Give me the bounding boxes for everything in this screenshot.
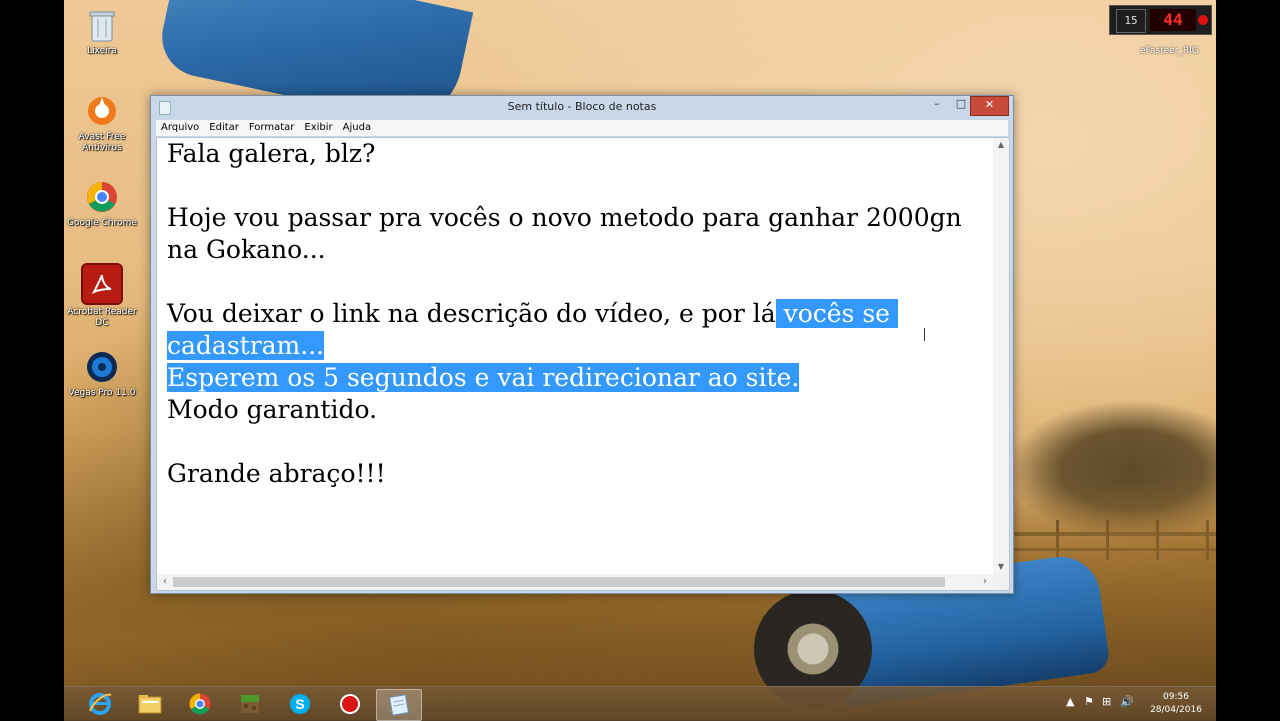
clock-date: 28/04/2016: [1150, 705, 1202, 715]
chrome-icon: [83, 178, 121, 216]
menu-bar: Arquivo Editar Formatar Exibir Ajuda: [156, 120, 1008, 136]
desktop-icon-chrome[interactable]: Google Chrome: [64, 178, 140, 229]
scroll-left-arrow-icon[interactable]: ‹: [157, 574, 173, 590]
desktop-icon-vegas[interactable]: Vegas Pro 11.0: [64, 348, 140, 399]
record-icon: [340, 694, 360, 714]
text-line: Hoje vou passar pra vocês o novo metodo …: [167, 203, 970, 264]
text-line: Modo garantido.: [167, 395, 378, 424]
text-editor-area[interactable]: Fala galera, blz? Hoje vou passar pra vo…: [156, 137, 1010, 591]
desktop-icon-label: Vegas Pro 11.0: [68, 388, 136, 398]
volume-icon[interactable]: 🔊: [1120, 695, 1134, 708]
notepad-window[interactable]: Sem título - Bloco de notas – □ ✕ Arquiv…: [150, 95, 1014, 594]
desktop-icon-label: Google Chrome: [67, 218, 137, 228]
text-cursor: [924, 328, 925, 341]
editor-text[interactable]: Fala galera, blz? Hoje vou passar pra vo…: [167, 138, 987, 490]
overlay-name-label: eFasteer_RIG: [1140, 46, 1199, 56]
taskbar-internet-explorer[interactable]: [78, 689, 122, 719]
record-indicator-icon: [1198, 15, 1208, 25]
taskbar-skype[interactable]: S: [278, 689, 322, 719]
overlay-small-counter: 15: [1116, 9, 1146, 33]
window-title: Sem título - Bloco de notas: [507, 100, 657, 113]
resize-grip[interactable]: [993, 574, 1009, 590]
tray-overflow-icon[interactable]: ▲: [1066, 695, 1074, 708]
menu-formatar[interactable]: Formatar: [244, 120, 299, 135]
horizontal-scrollbar[interactable]: ‹ ›: [157, 574, 993, 590]
desktop-icon-acrobat[interactable]: Acrobat Reader DC: [64, 263, 140, 329]
notepad-icon: [388, 694, 410, 716]
network-icon[interactable]: ⊞: [1102, 695, 1111, 708]
chrome-icon: [189, 693, 211, 715]
scrollbar-thumb[interactable]: [173, 577, 945, 587]
taskbar-minecraft[interactable]: [228, 689, 272, 719]
taskbar: S ▲ ⚑ ⊞ 🔊 09:56 28/04/2016: [64, 686, 1216, 721]
recycle-bin-icon: [83, 6, 121, 44]
system-clock[interactable]: 09:56 28/04/2016: [1146, 691, 1206, 717]
taskbar-notepad[interactable]: [376, 689, 422, 721]
text-line: Vou deixar o link na descrição do vídeo,…: [167, 299, 776, 328]
acrobat-reader-icon: [81, 263, 123, 305]
menu-arquivo[interactable]: Arquivo: [156, 120, 204, 135]
scroll-right-arrow-icon[interactable]: ›: [977, 574, 993, 590]
taskbar-recorder[interactable]: [328, 689, 372, 719]
vertical-scrollbar[interactable]: ▲ ▼: [993, 138, 1009, 574]
skype-icon: S: [290, 694, 310, 714]
taskbar-file-explorer[interactable]: [128, 689, 172, 719]
close-button[interactable]: ✕: [970, 96, 1009, 116]
svg-text:S: S: [295, 696, 304, 712]
desktop-icon-recycle-bin[interactable]: Lixeira: [64, 6, 140, 57]
scroll-down-arrow-icon[interactable]: ▼: [993, 560, 1009, 574]
folder-icon: [138, 695, 162, 714]
menu-exibir[interactable]: Exibir: [299, 120, 337, 135]
vegas-pro-icon: [83, 348, 121, 386]
menu-ajuda[interactable]: Ajuda: [338, 120, 376, 135]
clock-time: 09:56: [1163, 692, 1189, 702]
window-titlebar[interactable]: Sem título - Bloco de notas – □ ✕: [151, 96, 1013, 118]
text-line: Fala galera, blz?: [167, 139, 376, 168]
desktop-icon-label: Acrobat Reader DC: [67, 307, 137, 328]
taskbar-google-chrome[interactable]: [178, 689, 222, 719]
desktop-icon-avast[interactable]: Avast Free Antivirus: [64, 92, 140, 154]
fps-overlay: 15 44: [1109, 5, 1212, 35]
scroll-up-arrow-icon[interactable]: ▲: [993, 138, 1009, 152]
internet-explorer-icon: [89, 693, 112, 715]
desktop-icon-label: Lixeira: [87, 46, 117, 56]
menu-editar[interactable]: Editar: [204, 120, 244, 135]
text-line: Grande abraço!!!: [167, 459, 386, 488]
minecraft-icon: [241, 695, 259, 713]
selected-text: Esperem os 5 segundos e vai redirecionar…: [167, 363, 800, 392]
action-center-flag-icon[interactable]: ⚑: [1084, 695, 1094, 708]
avast-icon: [83, 92, 121, 130]
minimize-button[interactable]: –: [925, 96, 949, 114]
desktop-icon-label: Avast Free Antivirus: [78, 132, 126, 153]
fps-counter: 44: [1150, 9, 1196, 31]
